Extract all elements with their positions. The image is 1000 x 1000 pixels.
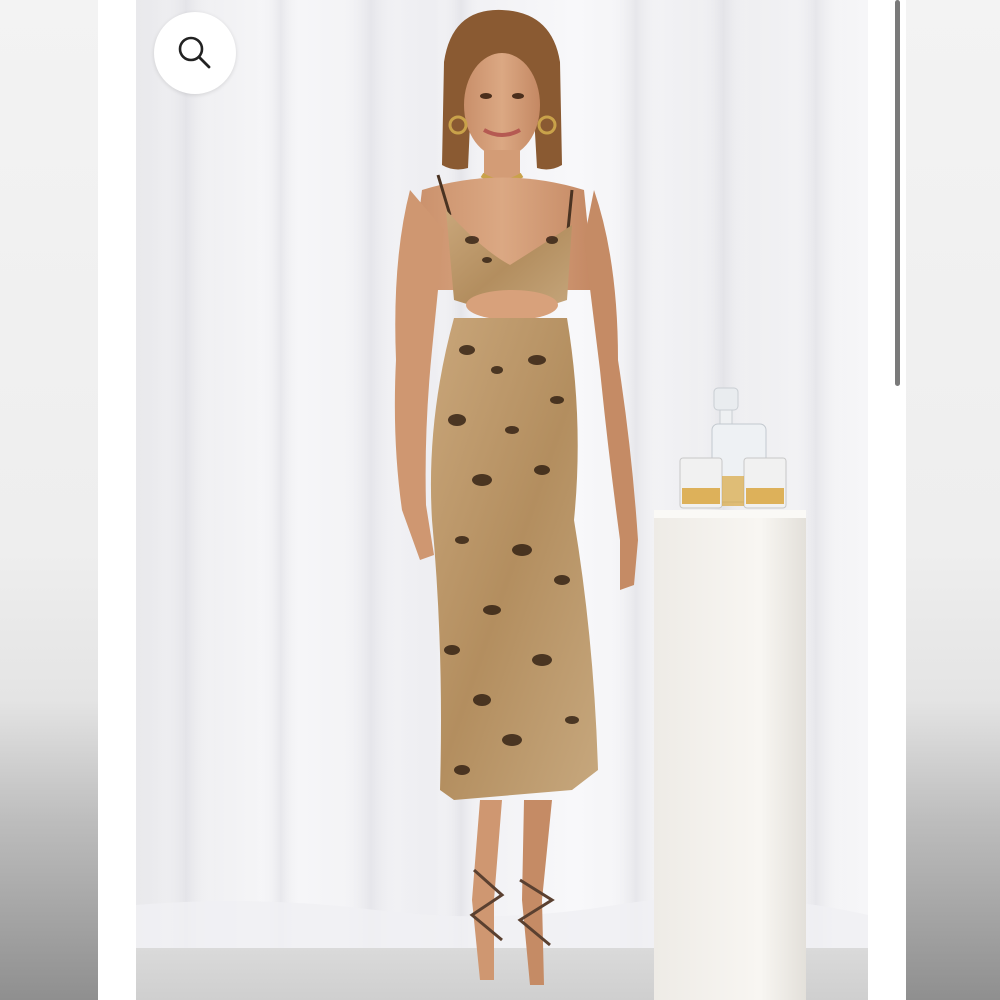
pedestal-with-decanter xyxy=(654,387,806,1000)
image-viewer-screen xyxy=(0,0,1000,1000)
model-figure xyxy=(394,9,638,985)
scrollbar-thumb[interactable] xyxy=(895,0,900,386)
scrollbar[interactable] xyxy=(893,0,901,1000)
search-button[interactable] xyxy=(154,12,236,94)
blurred-background-right xyxy=(906,0,1000,1000)
blurred-background-left xyxy=(0,0,98,1000)
search-icon xyxy=(178,36,211,69)
product-photo[interactable] xyxy=(136,0,868,1000)
